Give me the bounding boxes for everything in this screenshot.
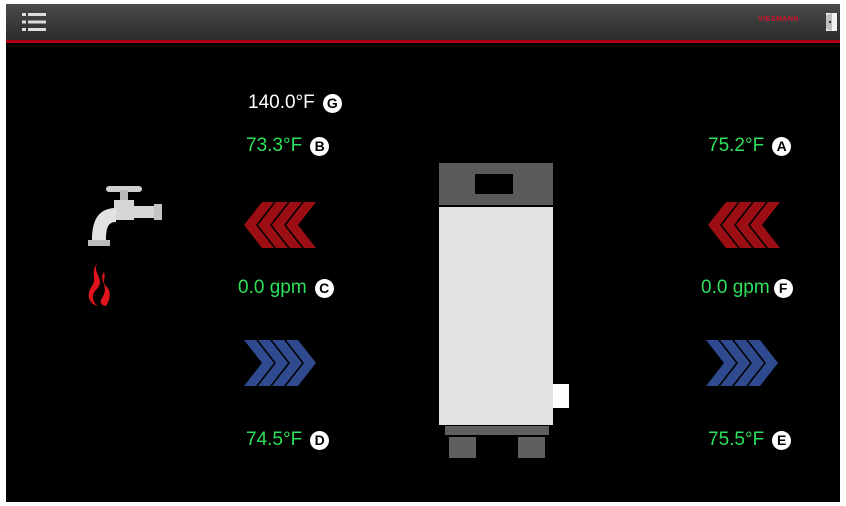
brand-logo: VIESMANN [758,16,799,23]
temp-value-a: 75.2°F [708,135,765,156]
temp-value-e: 75.5°F [708,429,765,450]
supply-flow-arrow-right [708,202,780,248]
flow-value-f: 0.0 gpm [701,277,770,298]
flow-reading-c: 0.0 gpm C [238,277,334,299]
sensor-badge-c: C [314,278,334,298]
faucet-icon [88,186,162,246]
temp-value-g: 140.0°F [248,92,315,113]
temp-value-b: 73.3°F [246,135,303,156]
menu-button[interactable] [22,12,48,32]
sensor-badge-e: E [772,430,792,450]
supply-flow-arrow-left [244,202,316,248]
sensor-badge-f: F [773,278,793,298]
sensor-badge-b: B [310,136,330,156]
temp-reading-b: 73.3°F B [246,135,330,157]
return-flow-arrow-left [244,340,316,386]
exit-button[interactable] [824,12,838,32]
sensor-badge-d: D [310,430,330,450]
top-bar: VIESMANN [6,4,840,43]
flame-icon [88,260,110,306]
temp-value-d: 74.5°F [246,429,303,450]
flow-value-c: 0.0 gpm [238,277,307,298]
temp-reading-d: 74.5°F D [246,429,330,451]
temp-reading-a: 75.2°F A [708,135,792,157]
door-exit-icon [826,13,837,31]
temp-reading-g: 140.0°F G [248,92,342,114]
list-icon [22,13,46,31]
boiler-icon [439,163,569,458]
flow-reading-f: 0.0 gpm F [701,277,793,299]
app-screen: VIESMANN 140.0°F G 73.3°F B 75.2°F A 0.0… [6,4,840,502]
sensor-badge-g: G [322,93,342,113]
temp-reading-e: 75.5°F E [708,429,792,451]
sensor-badge-a: A [772,136,792,156]
return-flow-arrow-right [706,340,778,386]
